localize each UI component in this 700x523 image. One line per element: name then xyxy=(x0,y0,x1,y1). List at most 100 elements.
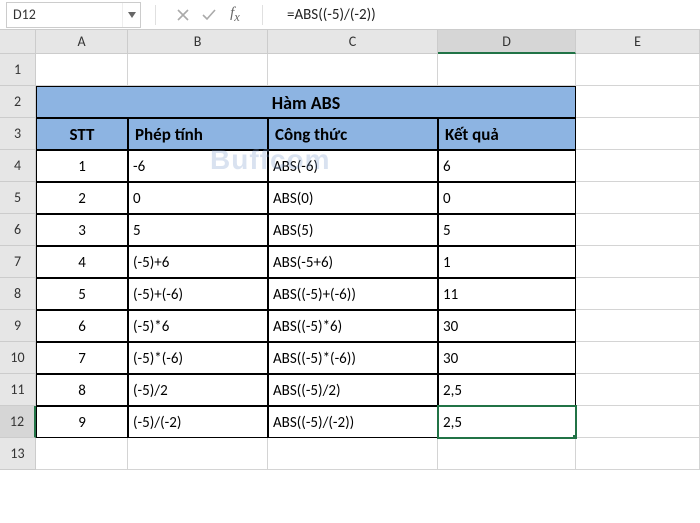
cell-stt-6[interactable]: 3 xyxy=(36,214,128,246)
cell-stt-5[interactable]: 2 xyxy=(36,182,128,214)
cell-congthuc-10[interactable]: ABS((-5)*(-6)) xyxy=(268,342,438,374)
divider xyxy=(262,5,263,25)
cell-ketqua-10[interactable]: 30 xyxy=(438,342,576,374)
row-header-9[interactable]: 9 xyxy=(0,310,36,342)
row-header-6[interactable]: 6 xyxy=(0,214,36,246)
cancel-button[interactable] xyxy=(170,9,196,21)
cell-stt-11[interactable]: 8 xyxy=(36,374,128,406)
cell-B1[interactable] xyxy=(128,54,268,86)
cell-D13[interactable] xyxy=(438,438,576,470)
cell-E12[interactable] xyxy=(576,406,700,438)
cell-E1[interactable] xyxy=(576,54,700,86)
row-headers: 12345678910111213 xyxy=(0,54,36,470)
cell-pheptinh-8[interactable]: (-5)+(-6) xyxy=(128,278,268,310)
column-header-C[interactable]: C xyxy=(268,30,438,54)
column-header-E[interactable]: E xyxy=(576,30,700,54)
cell-E10[interactable] xyxy=(576,342,700,374)
cell-E6[interactable] xyxy=(576,214,700,246)
cell-congthuc-4[interactable]: ABS(-6) xyxy=(268,150,438,182)
column-header-D[interactable]: D xyxy=(438,30,576,54)
cell-E5[interactable] xyxy=(576,182,700,214)
cell-stt-7[interactable]: 4 xyxy=(36,246,128,278)
header-cong-thuc[interactable]: Công thức xyxy=(268,118,438,150)
cell-stt-4[interactable]: 1 xyxy=(36,150,128,182)
cell-B13[interactable] xyxy=(128,438,268,470)
cell-E2[interactable] xyxy=(576,86,700,118)
cell-E4[interactable] xyxy=(576,150,700,182)
row-header-7[interactable]: 7 xyxy=(0,246,36,278)
row-header-8[interactable]: 8 xyxy=(0,278,36,310)
header-phep-tinh[interactable]: Phép tính xyxy=(128,118,268,150)
row-header-5[interactable]: 5 xyxy=(0,182,36,214)
divider xyxy=(155,5,156,25)
cell-pheptinh-7[interactable]: (-5)+6 xyxy=(128,246,268,278)
cell-ketqua-12[interactable]: 2,5 xyxy=(438,406,576,438)
cell-pheptinh-10[interactable]: (-5)*(-6) xyxy=(128,342,268,374)
row-header-11[interactable]: 11 xyxy=(0,374,36,406)
cell-E13[interactable] xyxy=(576,438,700,470)
cell-congthuc-6[interactable]: ABS(5) xyxy=(268,214,438,246)
cell-A13[interactable] xyxy=(36,438,128,470)
formula-input[interactable]: =ABS((-5)/(-2)) xyxy=(277,6,700,24)
cell-pheptinh-6[interactable]: 5 xyxy=(128,214,268,246)
cell-E8[interactable] xyxy=(576,278,700,310)
cell-congthuc-7[interactable]: ABS(-5+6) xyxy=(268,246,438,278)
row-header-4[interactable]: 4 xyxy=(0,150,36,182)
cell-ketqua-6[interactable]: 5 xyxy=(438,214,576,246)
cell-pheptinh-4[interactable]: -6 xyxy=(128,150,268,182)
row-header-1[interactable]: 1 xyxy=(0,54,36,86)
cell-congthuc-9[interactable]: ABS((-5)*6) xyxy=(268,310,438,342)
cell-E11[interactable] xyxy=(576,374,700,406)
row-header-3[interactable]: 3 xyxy=(0,118,36,150)
cell-stt-12[interactable]: 9 xyxy=(36,406,128,438)
row-header-10[interactable]: 10 xyxy=(0,342,36,374)
cells-area[interactable]: Hàm ABSSTTPhép tínhCông thứcKết quả1-6AB… xyxy=(36,54,700,470)
header-stt[interactable]: STT xyxy=(36,118,128,150)
cell-pheptinh-11[interactable]: (-5)/2 xyxy=(128,374,268,406)
cell-ketqua-7[interactable]: 1 xyxy=(438,246,576,278)
cell-congthuc-8[interactable]: ABS((-5)+(-6)) xyxy=(268,278,438,310)
header-ket-qua[interactable]: Kết quả xyxy=(438,118,576,150)
cell-congthuc-5[interactable]: ABS(0) xyxy=(268,182,438,214)
table-row: 20ABS(0)0 xyxy=(36,182,700,214)
cell-E9[interactable] xyxy=(576,310,700,342)
table-row: 5(-5)+(-6)ABS((-5)+(-6))11 xyxy=(36,278,700,310)
cell-D1[interactable] xyxy=(438,54,576,86)
table-row: 8(-5)/2ABS((-5)/2)2,5 xyxy=(36,374,700,406)
cell-pheptinh-9[interactable]: (-5)*6 xyxy=(128,310,268,342)
column-header-A[interactable]: A xyxy=(36,30,128,54)
cell-congthuc-12[interactable]: ABS((-5)/(-2)) xyxy=(268,406,438,438)
cell-E3[interactable] xyxy=(576,118,700,150)
confirm-button[interactable] xyxy=(196,9,222,21)
cell-stt-8[interactable]: 5 xyxy=(36,278,128,310)
cell-ketqua-11[interactable]: 2,5 xyxy=(438,374,576,406)
row-header-13[interactable]: 13 xyxy=(0,438,36,470)
table-title[interactable]: Hàm ABS xyxy=(36,86,576,118)
cell-ketqua-9[interactable]: 30 xyxy=(438,310,576,342)
column-header-B[interactable]: B xyxy=(128,30,268,54)
cell-pheptinh-5[interactable]: 0 xyxy=(128,182,268,214)
cell-congthuc-11[interactable]: ABS((-5)/2) xyxy=(268,374,438,406)
select-all-corner[interactable] xyxy=(0,30,36,54)
cell-C1[interactable] xyxy=(268,54,438,86)
cell-ketqua-8[interactable]: 11 xyxy=(438,278,576,310)
row-header-12[interactable]: 12 xyxy=(0,406,36,438)
table-row xyxy=(36,54,700,86)
cell-C13[interactable] xyxy=(268,438,438,470)
name-box-dropdown-icon[interactable] xyxy=(122,3,140,27)
cell-pheptinh-12[interactable]: (-5)/(-2) xyxy=(128,406,268,438)
cell-E7[interactable] xyxy=(576,246,700,278)
cell-stt-10[interactable]: 7 xyxy=(36,342,128,374)
name-box[interactable]: D12 xyxy=(6,2,141,28)
name-box-text: D12 xyxy=(7,6,122,23)
column-headers: ABCDE xyxy=(36,30,700,54)
spreadsheet-grid: ABCDE 12345678910111213 Hàm ABSSTTPhép t… xyxy=(0,30,700,470)
cell-A1[interactable] xyxy=(36,54,128,86)
table-row: 4(-5)+6ABS(-5+6)1 xyxy=(36,246,700,278)
cell-stt-9[interactable]: 6 xyxy=(36,310,128,342)
cell-ketqua-5[interactable]: 0 xyxy=(438,182,576,214)
cell-ketqua-4[interactable]: 6 xyxy=(438,150,576,182)
fx-icon[interactable]: fx xyxy=(222,5,248,25)
fill-handle[interactable] xyxy=(572,434,576,438)
row-header-2[interactable]: 2 xyxy=(0,86,36,118)
